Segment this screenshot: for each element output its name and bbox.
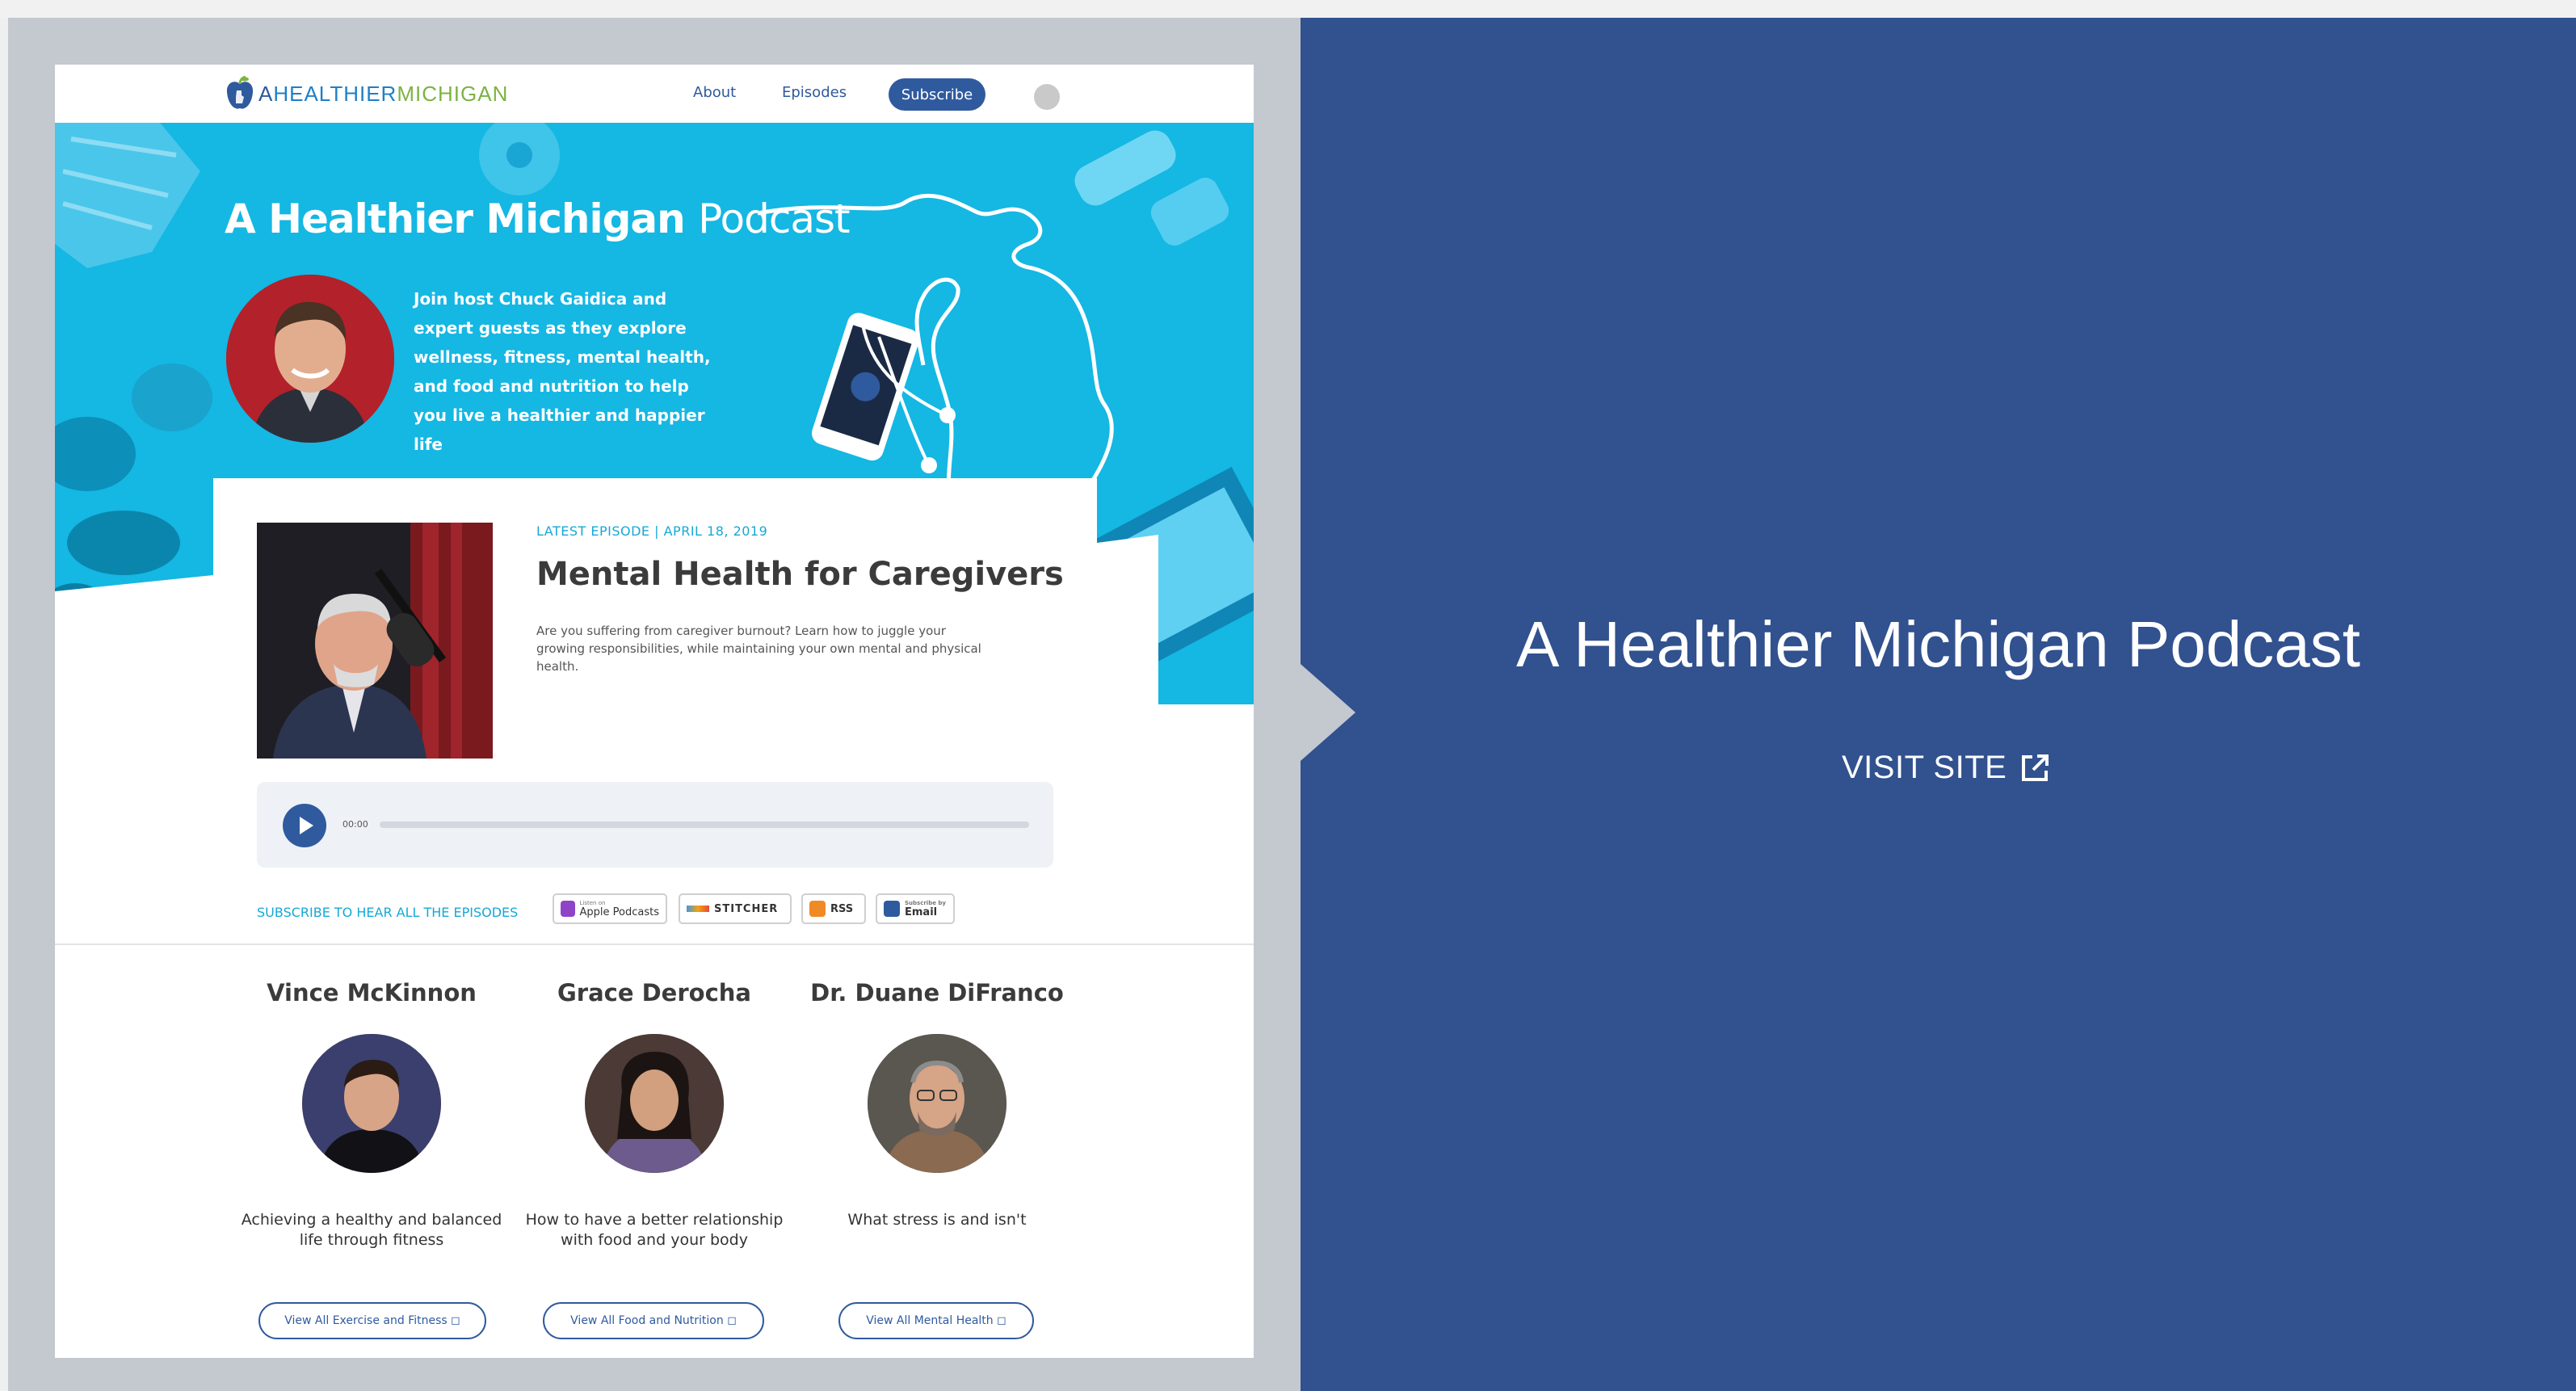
visit-site-label: VISIT SITE [1842, 750, 2007, 785]
view-nutrition-button[interactable]: View All Food and Nutrition ◻ [543, 1302, 764, 1339]
expert-image-3 [868, 1034, 1006, 1173]
external-link-icon [2022, 754, 2049, 781]
apple-logo-icon [226, 76, 254, 109]
episode-title[interactable]: Mental Health for Caregivers [536, 556, 1064, 593]
email-badge[interactable]: Subscribe by Email [876, 893, 955, 924]
expert-avatar-2 [585, 1034, 724, 1173]
nav-episodes-link[interactable]: Episodes [782, 84, 847, 101]
apple-podcasts-badge[interactable]: Listen on Apple Podcasts [553, 893, 667, 924]
view-mental-health-button[interactable]: View All Mental Health ◻ [838, 1302, 1034, 1339]
external-link-icon: ◻ [451, 1314, 460, 1327]
view-mental-health-label: View All Mental Health [866, 1314, 994, 1327]
visit-site-link[interactable]: VISIT SITE [1842, 750, 2050, 786]
host-photo [226, 275, 394, 443]
rss-badge[interactable]: RSS [801, 893, 866, 924]
hero-description: Join host Chuck Gaidica and expert guest… [414, 289, 711, 454]
hero-banner: A Healthier Michigan Podcast Join host C… [55, 123, 1254, 704]
expert-name-3: Dr. Duane DiFranco [810, 979, 1064, 1006]
expert-name-1: Vince McKinnon [267, 979, 477, 1006]
expert-desc-3: What stress is and isn't [847, 1211, 1027, 1229]
view-exercise-button[interactable]: View All Exercise and Fitness ◻ [258, 1302, 486, 1339]
play-icon[interactable] [283, 804, 326, 847]
episode-description: Are you suffering from caregiver burnout… [536, 624, 981, 674]
rss-label: RSS [830, 902, 854, 915]
apple-label: Apple Podcasts [579, 906, 659, 918]
podcast-icon [561, 901, 575, 917]
nav-menu-dot[interactable] [1034, 84, 1060, 110]
stitcher-label: STITCHER [714, 902, 779, 915]
site-logo[interactable]: AHEALTHIERMICHIGAN [225, 76, 508, 111]
top-strip [0, 0, 2576, 18]
logo-text-healthier: HEALTHIER [273, 81, 397, 106]
nav-about-link[interactable]: About [693, 84, 736, 101]
project-title: A Healthier Michigan Podcast [1516, 608, 2360, 680]
logo-text-a: A [258, 81, 274, 106]
info-panel [1301, 18, 2576, 1391]
email-label: Email [905, 906, 938, 918]
hero-title-light: Podcast [698, 195, 850, 242]
view-exercise-label: View All Exercise and Fitness [284, 1314, 448, 1327]
subscribe-button[interactable]: Subscribe [889, 78, 985, 111]
episode-image [257, 523, 493, 759]
episode-photo [257, 523, 493, 759]
logo-text-michigan: MICHIGAN [397, 81, 509, 106]
expert-image-1 [302, 1034, 441, 1173]
email-small-text: Subscribe by [905, 899, 946, 906]
expert-desc-2: How to have a better relationship with f… [525, 1211, 784, 1249]
email-icon [884, 901, 900, 917]
stitcher-icon [687, 906, 709, 912]
expert-name-2: Grace Derocha [557, 979, 751, 1006]
expert-image-2 [585, 1034, 724, 1173]
subscribe-label: SUBSCRIBE TO HEAR ALL THE EPISODES [257, 905, 519, 920]
player-time: 00:00 [342, 819, 368, 830]
section-divider [55, 943, 1254, 945]
host-portrait-image [226, 275, 394, 443]
external-link-icon: ◻ [727, 1314, 737, 1327]
audio-player: 00:00 [257, 782, 1053, 868]
rss-icon [809, 901, 826, 917]
hero-title: A Healthier Michigan Podcast [225, 195, 851, 242]
episode-meta: LATEST EPISODE | APRIL 18, 2019 [536, 523, 768, 539]
view-nutrition-label: View All Food and Nutrition [570, 1314, 724, 1327]
site-nav: AHEALTHIERMICHIGAN About Episodes Subscr… [55, 65, 1254, 123]
expert-avatar-1 [302, 1034, 441, 1173]
external-link-icon: ◻ [997, 1314, 1006, 1327]
website-mockup: AHEALTHIERMICHIGAN About Episodes Subscr… [55, 65, 1254, 1358]
stitcher-badge[interactable]: STITCHER [679, 893, 792, 924]
hero-title-bold: A Healthier Michigan [225, 195, 686, 242]
expert-avatar-3 [868, 1034, 1006, 1173]
apple-small-text: Listen on [579, 899, 606, 906]
player-progress-track[interactable] [380, 822, 1029, 828]
expert-desc-1: Achieving a healthy and balanced life th… [241, 1211, 502, 1249]
